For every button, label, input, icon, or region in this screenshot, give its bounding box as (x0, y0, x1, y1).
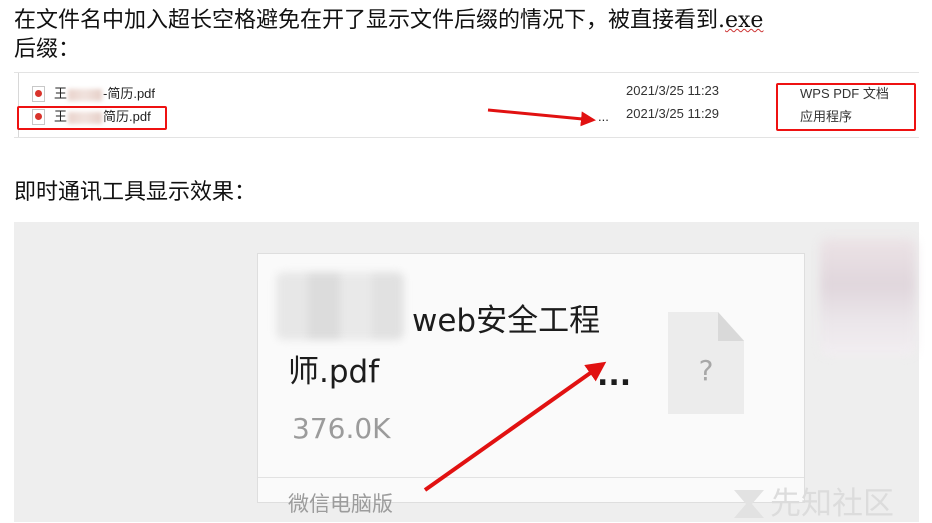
watermark-logo-icon (734, 490, 764, 518)
blurred-name (68, 88, 103, 101)
blurred-avatar (820, 238, 916, 356)
site-watermark: 先知社区 (734, 478, 894, 523)
name-ellipsis: ... (597, 358, 632, 393)
file-date: 2021/3/25 11:29 (626, 106, 720, 121)
file-name-line2: 师.pdf (288, 354, 380, 390)
intro-ext: exe (725, 8, 764, 33)
file-explorer-screenshot: 王 -简历.pdf 2021/3/25 11:23 WPS PDF 文档 王简历.… (14, 72, 919, 138)
file-message-card[interactable]: web安全工程 师.pdf ... 376.0K ? 微信电脑版 (257, 253, 805, 516)
page-fold (718, 312, 744, 341)
unknown-file-icon: ? (668, 312, 744, 414)
intro-line2: 后缀： (14, 37, 81, 62)
intro-paragraph: 在文件名中加入超长空格避免在开了显示文件后缀的情况下，被直接看到.exe 后缀： (14, 6, 919, 64)
chat-preview-panel: web安全工程 师.pdf ... 376.0K ? 微信电脑版 先知社区 (14, 222, 919, 522)
highlight-box-filename (17, 106, 167, 130)
file-size: 376.0K (292, 412, 391, 445)
file-name: 王 -简历.pdf (54, 86, 156, 101)
question-mark-glyph: ? (698, 354, 714, 387)
message-source: 微信电脑版 (288, 492, 393, 516)
pdf-file-icon (32, 86, 45, 102)
blurred-name (276, 272, 404, 340)
file-name-line1: web安全工程 (412, 303, 601, 339)
intro-line1: 在文件名中加入超长空格避免在开了显示文件后缀的情况下，被直接看到. (14, 8, 725, 33)
name-ellipsis: ... (598, 109, 609, 124)
card-divider (258, 477, 804, 478)
highlight-box-type (776, 83, 916, 131)
section-title: 即时通讯工具显示效果： (14, 180, 257, 205)
file-date: 2021/3/25 11:23 (626, 83, 720, 98)
